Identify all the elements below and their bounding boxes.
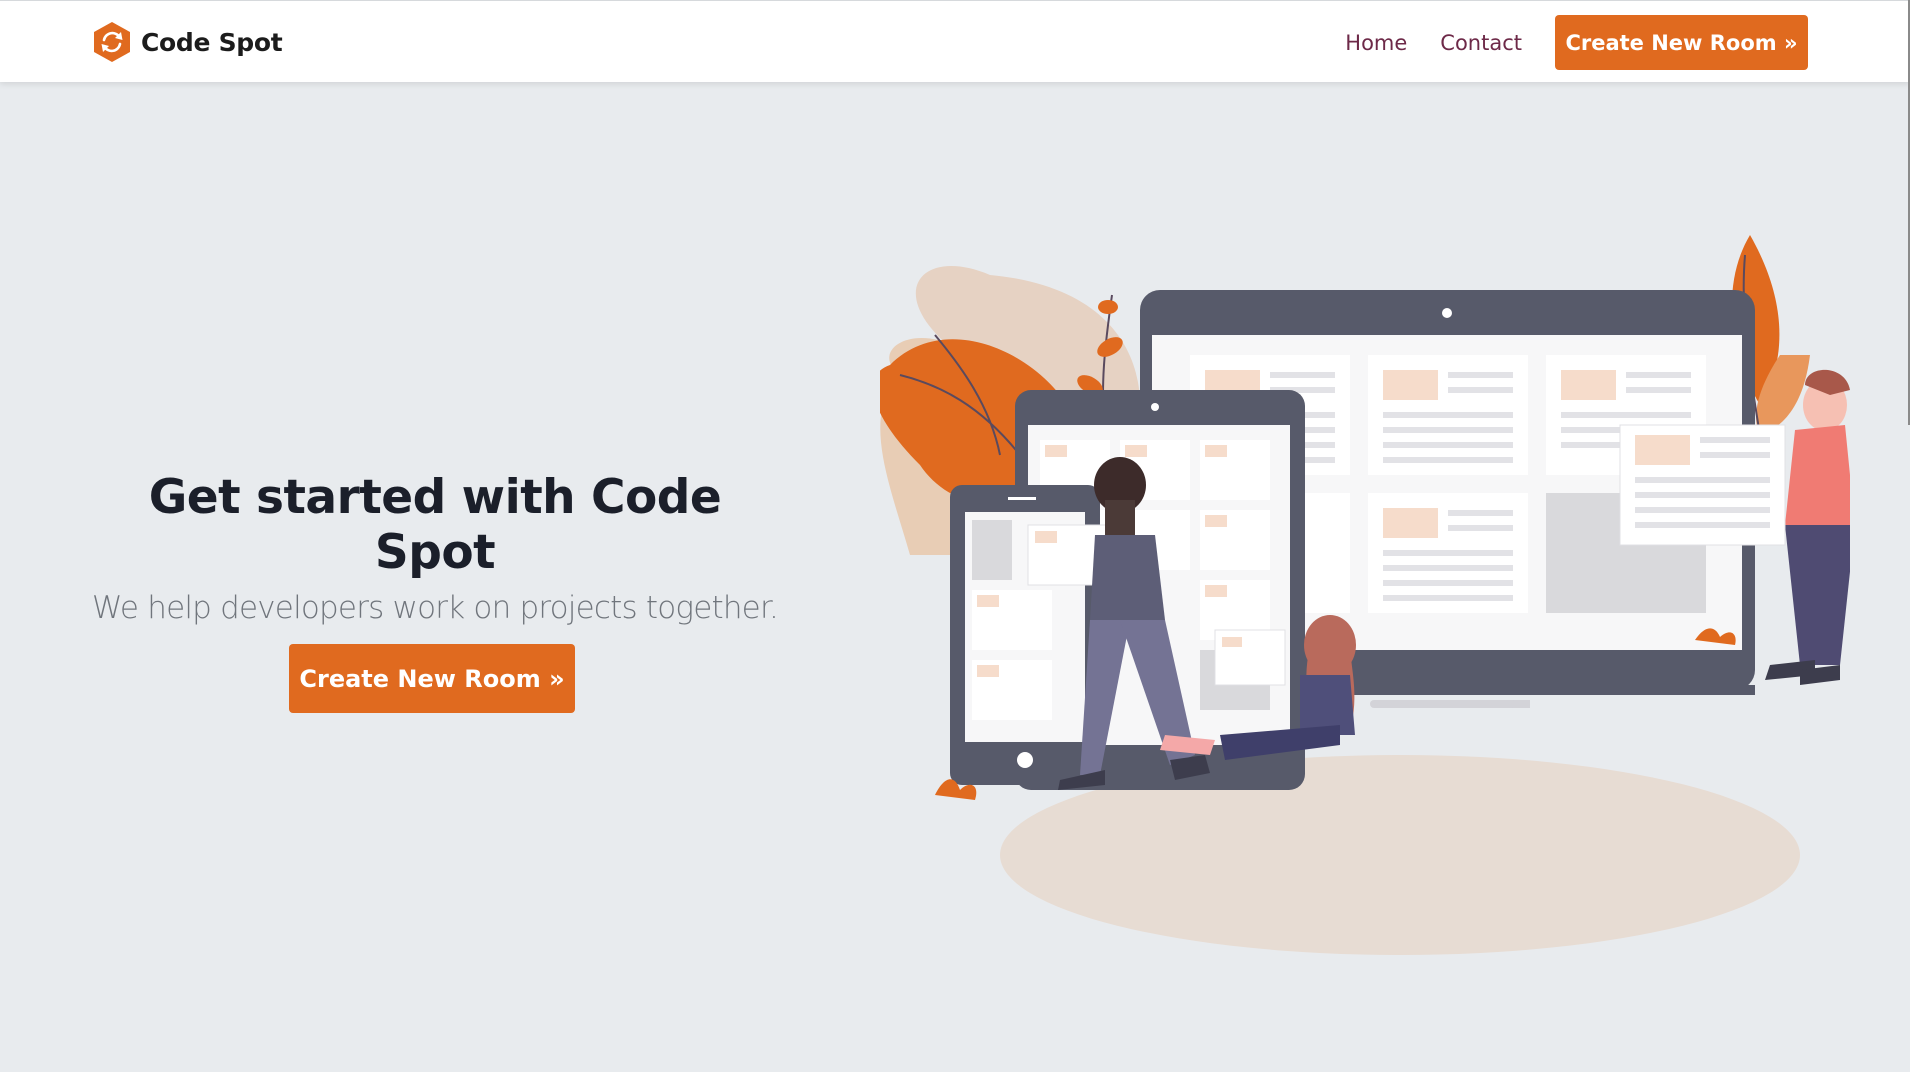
create-room-hero-button[interactable]: Create New Room » — [289, 644, 575, 713]
nav-link-contact[interactable]: Contact — [1440, 31, 1522, 55]
top-navbar: Code Spot Home Contact Create New Room » — [0, 0, 1910, 82]
hero-title: Get started with Code Spot — [148, 470, 722, 580]
nav-link-home[interactable]: Home — [1345, 31, 1407, 55]
people-collaborating-illustration — [880, 235, 1850, 955]
brand-link[interactable]: Code Spot — [93, 21, 283, 63]
nav-links: Home Contact Create New Room » — [1345, 15, 1808, 70]
brand-name: Code Spot — [141, 27, 283, 57]
create-room-nav-button[interactable]: Create New Room » — [1555, 15, 1808, 70]
hero-text: Get started with Code Spot We help devel… — [82, 470, 788, 626]
refresh-hexagon-icon — [94, 22, 130, 62]
hero-subtitle: We help developers work on projects toge… — [91, 590, 779, 626]
